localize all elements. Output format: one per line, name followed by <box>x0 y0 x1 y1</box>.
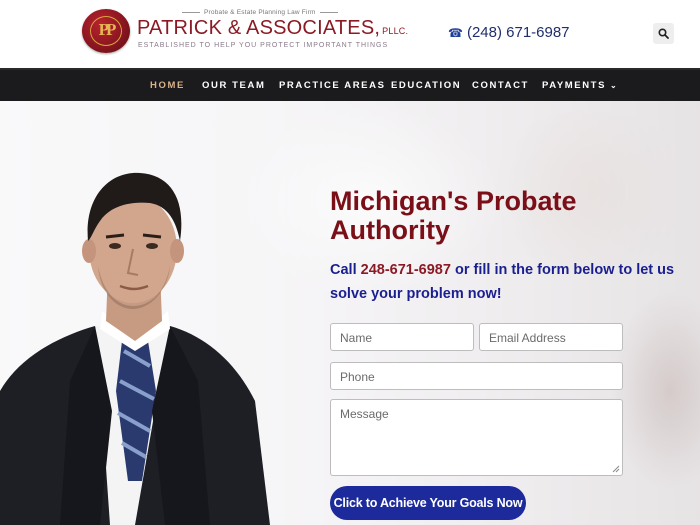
logo-name-text: PATRICK & ASSOCIATES, <box>137 17 381 39</box>
nav-item-payments-label: PAYMENTS <box>542 80 607 91</box>
search-button[interactable] <box>653 23 674 44</box>
logo-seal[interactable]: PP <box>82 9 130 53</box>
header-phone-link[interactable]: ☎ (248) 671-6987 <box>448 24 570 41</box>
hero-subline: Call 248-671-6987 or fill in the form be… <box>330 258 700 306</box>
nav-item-contact[interactable]: CONTACT <box>472 80 529 91</box>
logo-name[interactable]: PATRICK & ASSOCIATES, PLLC. <box>137 17 408 40</box>
hero-section: Michigan's Probate Authority Call 248-67… <box>0 101 700 525</box>
logo-pllc: PLLC. <box>382 26 409 36</box>
message-placeholder: Message <box>340 407 389 421</box>
site-header: PP Probate & Estate Planning Law Firm PA… <box>0 0 700 68</box>
nav-item-practice-areas[interactable]: PRACTICE AREAS <box>279 80 386 91</box>
message-textarea[interactable]: Message <box>330 399 623 476</box>
phone-input[interactable]: Phone <box>330 362 623 390</box>
attorney-portrait <box>0 172 270 525</box>
nav-item-education[interactable]: EDUCATION <box>391 80 461 91</box>
chevron-down-icon: ⌄ <box>610 81 619 90</box>
hero-sub-prefix: Call <box>330 262 357 278</box>
nav-item-home[interactable]: HOME <box>150 80 185 91</box>
nav-item-our-team[interactable]: OUR TEAM <box>202 80 265 91</box>
hero-phone-link[interactable]: 248-671-6987 <box>361 262 451 278</box>
logo-monogram: PP <box>98 20 117 39</box>
name-input[interactable]: Name <box>330 323 474 351</box>
logo-subtagline: ESTABLISHED TO HELP YOU PROTECT IMPORTAN… <box>138 42 389 49</box>
email-input[interactable]: Email Address <box>479 323 623 351</box>
hero-headline: Michigan's Probate Authority <box>330 186 577 245</box>
header-phone-number: (248) 671-6987 <box>466 24 570 41</box>
resize-grip-icon[interactable] <box>612 465 620 473</box>
main-nav: HOME OUR TEAM PRACTICE AREAS EDUCATION C… <box>0 68 700 101</box>
nav-item-payments[interactable]: PAYMENTS ⌄ <box>542 80 618 91</box>
logo-tagline-top: Probate & Estate Planning Law Firm <box>178 9 342 16</box>
submit-button[interactable]: Click to Achieve Your Goals Now <box>330 486 526 520</box>
phone-icon: ☎ <box>448 26 463 40</box>
search-icon <box>658 28 669 39</box>
